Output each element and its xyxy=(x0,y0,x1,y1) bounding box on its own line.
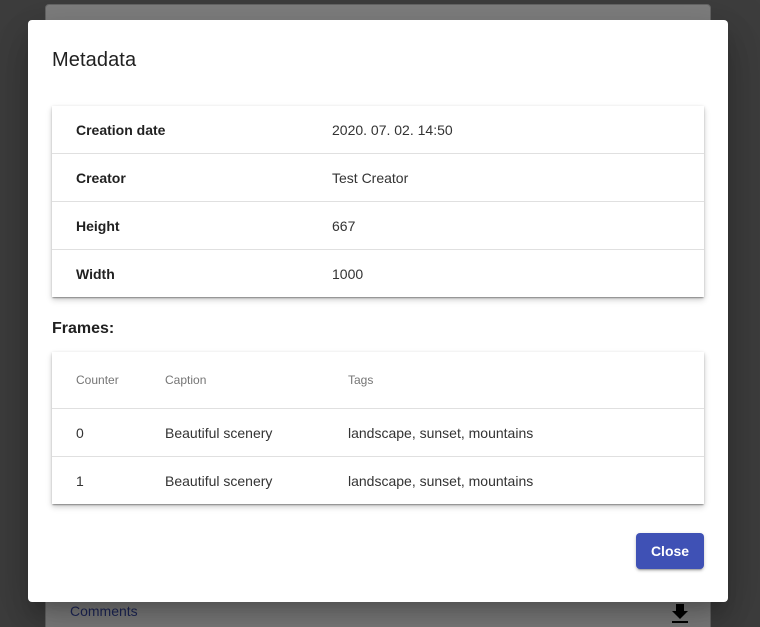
cell-caption: Beautiful scenery xyxy=(165,472,273,489)
frames-header-row: Counter Caption Tags xyxy=(52,352,704,409)
metadata-value: Test Creator xyxy=(332,153,704,202)
column-header-caption: Caption xyxy=(165,352,348,409)
cell-tags: landscape, sunset, mountains xyxy=(348,408,704,457)
cell-caption: Beautiful scenery xyxy=(165,408,348,457)
frames-card: Counter Caption Tags 0 Beautiful scenery… xyxy=(52,352,704,504)
metadata-card: Creation date 2020. 07. 02. 14:50 Creato… xyxy=(52,106,704,297)
metadata-value: 2020. 07. 02. 14:50 xyxy=(332,106,704,154)
close-button[interactable]: Close xyxy=(636,533,704,569)
metadata-dialog: Metadata Creation date 2020. 07. 02. 14:… xyxy=(28,20,728,602)
metadata-key: Width xyxy=(76,265,115,282)
frames-heading: Frames: xyxy=(52,320,115,337)
metadata-key: Height xyxy=(52,201,332,250)
metadata-row-height: Height 667 xyxy=(52,201,704,250)
metadata-row-width: Width 1000 xyxy=(52,250,704,298)
cell-counter: 1 xyxy=(76,472,84,489)
metadata-row-creator: Creator Test Creator xyxy=(52,153,704,202)
table-row: 1 Beautiful scenery landscape, sunset, m… xyxy=(52,457,704,505)
metadata-table: Creation date 2020. 07. 02. 14:50 Creato… xyxy=(52,106,704,297)
dialog-title: Metadata xyxy=(52,49,137,71)
metadata-key: Creator xyxy=(52,153,332,202)
metadata-row-creation-date: Creation date 2020. 07. 02. 14:50 xyxy=(52,106,704,154)
column-header-counter: Counter xyxy=(52,352,165,409)
cell-counter: 0 xyxy=(52,408,165,457)
cell-tags: landscape, sunset, mountains xyxy=(348,472,534,489)
metadata-value: 667 xyxy=(332,201,704,250)
metadata-key: Creation date xyxy=(52,106,332,154)
frames-table: Counter Caption Tags 0 Beautiful scenery… xyxy=(52,352,704,504)
column-header-tags: Tags xyxy=(348,352,704,409)
table-row: 0 Beautiful scenery landscape, sunset, m… xyxy=(52,408,704,457)
metadata-value: 1000 xyxy=(332,265,364,282)
